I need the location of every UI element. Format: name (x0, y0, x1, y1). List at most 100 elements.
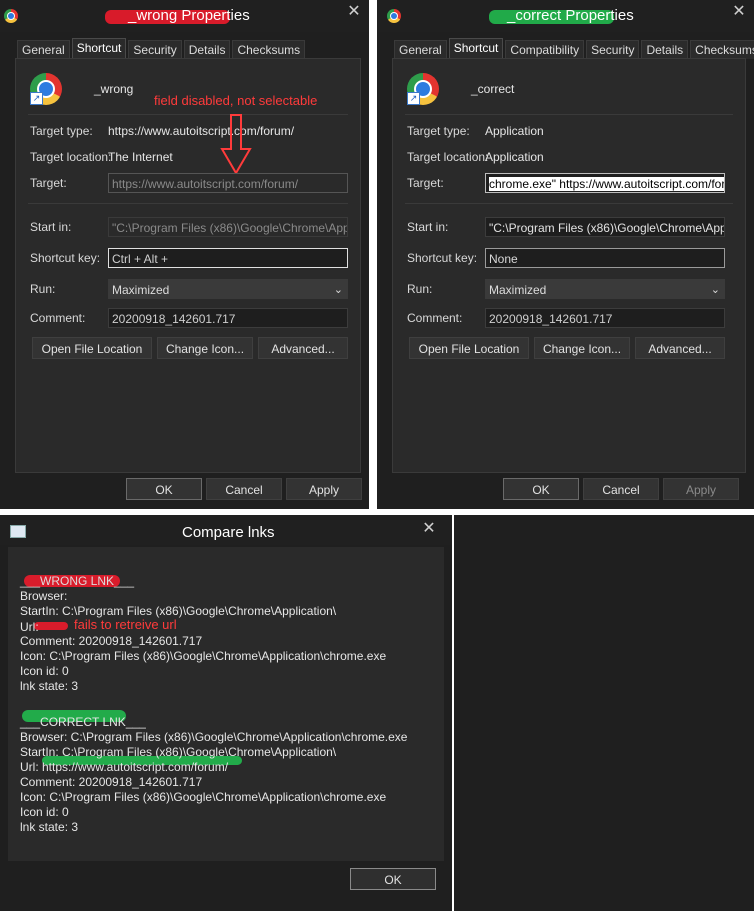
start-in-field: "C:\Program Files (x86)\Google\Chrome\Ap… (108, 217, 348, 237)
correct-properties-dialog: _correct Properties ✕ General Shortcut Com… (377, 0, 754, 509)
tab-compatibility[interactable]: Compatibility (505, 40, 585, 59)
wrong-lnk-header: ___WRONG LNK___ (20, 574, 135, 588)
advanced-button[interactable]: Advanced... (635, 337, 725, 359)
correct-browser-line: Browser: C:\Program Files (x86)\Google\C… (20, 730, 408, 744)
target-label: Target: (407, 176, 444, 190)
apply-button[interactable]: Apply (663, 478, 739, 500)
chevron-down-icon: ⌄ (333, 284, 343, 296)
run-select-value: Maximized (489, 283, 547, 297)
start-in-label: Start in: (30, 220, 72, 234)
shortcut-key-text: Ctrl + Alt + (112, 252, 169, 266)
ok-button[interactable]: OK (503, 478, 579, 500)
tab-security[interactable]: Security (128, 40, 182, 59)
correct-lnk-header: ___CORRECT LNK___ (20, 715, 146, 729)
wrong-icon-line: Icon: C:\Program Files (x86)\Google\Chro… (20, 649, 387, 663)
correct-iconid-line: Icon id: 0 (20, 805, 69, 819)
start-in-label: Start in: (407, 220, 449, 234)
target-field-text: chrome.exe" https://www.autoitscript.com… (489, 177, 724, 191)
shortcut-arrow-icon: ↗ (30, 92, 43, 105)
open-file-location-button[interactable]: Open File Location (409, 337, 529, 359)
window-title: _correct Properties (507, 7, 634, 24)
close-icon[interactable]: ✕ (730, 3, 748, 21)
shortcut-key-field[interactable]: Ctrl + Alt + (108, 248, 348, 268)
correct-state-line: lnk state: 3 (20, 820, 79, 834)
url-fail-annotation: fails to retreive url (74, 617, 177, 632)
shortcut-arrow-icon: ↗ (407, 92, 420, 105)
run-label: Run: (30, 282, 56, 296)
shortcut-name: _wrong (94, 82, 134, 96)
tab-bar: General Shortcut Compatibility Security Deta… (394, 38, 754, 59)
tab-checksums[interactable]: Checksums (232, 40, 306, 59)
target-field-text: https://www.autoitscript.com/forum/ (112, 177, 299, 191)
apply-button[interactable]: Apply (286, 478, 362, 500)
target-location-value: The Internet (108, 150, 173, 164)
ok-button[interactable]: OK (126, 478, 202, 500)
shortcut-panel: ↗ _wrong field disabled, not selectable … (15, 58, 361, 473)
target-field[interactable]: chrome.exe" https://www.autoitscript.com… (485, 173, 725, 193)
run-select-value: Maximized (112, 283, 170, 297)
tab-shortcut[interactable]: Shortcut (71, 38, 127, 59)
target-type-value: https://www.autoitscript.com/forum/ (108, 124, 295, 138)
correct-icon-line: Icon: C:\Program Files (x86)\Google\Chro… (20, 790, 387, 804)
comment-field[interactable]: 20200918_142601.717 (108, 308, 348, 328)
wrong-properties-dialog: _wrong Properties ✕ General Shortcut Secur… (0, 0, 369, 509)
wrong-url-label: Url: (20, 620, 39, 634)
background-window-area (454, 515, 754, 911)
wrong-comment-line: Comment: 20200918_142601.717 (20, 634, 203, 648)
divider (28, 114, 348, 115)
window-title: Compare lnks (182, 524, 275, 541)
advanced-button[interactable]: Advanced... (258, 337, 348, 359)
close-icon[interactable]: ✕ (420, 520, 438, 538)
chrome-icon (387, 9, 401, 23)
chrome-shortcut-icon: ↗ (30, 73, 62, 105)
comment-label: Comment: (407, 311, 463, 325)
ok-button[interactable]: OK (350, 868, 436, 890)
comment-text: 20200918_142601.717 (489, 312, 613, 326)
chrome-shortcut-icon: ↗ (407, 73, 439, 105)
wrong-state-line: lnk state: 3 (20, 679, 79, 693)
target-type-label: Target type: (30, 124, 93, 138)
wrong-url-line: Url: fails to retreive url (20, 617, 407, 634)
window-title: _wrong Properties (128, 7, 250, 24)
tab-security[interactable]: Security (586, 40, 640, 59)
tab-general[interactable]: General (17, 40, 70, 59)
change-icon-button[interactable]: Change Icon... (157, 337, 253, 359)
close-icon[interactable]: ✕ (345, 3, 363, 21)
comment-label: Comment: (30, 311, 86, 325)
tab-shortcut[interactable]: Shortcut (448, 38, 504, 59)
correct-startin-line: StartIn: C:\Program Files (x86)\Google\C… (20, 745, 337, 759)
correct-titlebar[interactable]: _correct Properties ✕ (377, 0, 754, 32)
run-select[interactable]: Maximized ⌄ (108, 279, 348, 299)
run-select[interactable]: Maximized ⌄ (485, 279, 725, 299)
shortcut-panel: ↗ _correct Target type: Application Targ… (392, 58, 746, 473)
tab-details[interactable]: Details (183, 40, 231, 59)
target-type-label: Target type: (407, 124, 470, 138)
shortcut-key-text: None (489, 252, 518, 266)
divider (405, 203, 733, 204)
correct-url-line: Url: https://www.autoitscript.com/forum/ (20, 760, 229, 774)
tab-checksums[interactable]: Checksums (690, 40, 754, 59)
tab-bar: General Shortcut Security Details Checksums (17, 38, 307, 59)
open-file-location-button[interactable]: Open File Location (32, 337, 152, 359)
comment-field[interactable]: 20200918_142601.717 (485, 308, 725, 328)
target-label: Target: (30, 176, 67, 190)
chevron-down-icon: ⌄ (710, 284, 720, 296)
divider (28, 203, 348, 204)
compare-output: ___WRONG LNK___ Browser: StartIn: C:\Pro… (20, 574, 407, 835)
shortcut-key-label: Shortcut key: (30, 251, 101, 265)
start-in-text: "C:\Program Files (x86)\Google\Chrome\Ap… (112, 221, 348, 235)
change-icon-button[interactable]: Change Icon... (534, 337, 630, 359)
cancel-button[interactable]: Cancel (583, 478, 659, 500)
wrong-titlebar[interactable]: _wrong Properties ✕ (0, 0, 369, 32)
target-field-disabled: https://www.autoitscript.com/forum/ (108, 173, 348, 193)
start-in-text: "C:\Program Files (x86)\Google\Chrome\Ap… (489, 221, 725, 235)
wrong-iconid-line: Icon id: 0 (20, 664, 69, 678)
start-in-field[interactable]: "C:\Program Files (x86)\Google\Chrome\Ap… (485, 217, 725, 237)
cancel-button[interactable]: Cancel (206, 478, 282, 500)
divider (405, 114, 733, 115)
shortcut-key-field[interactable]: None (485, 248, 725, 268)
tab-details[interactable]: Details (641, 40, 689, 59)
compare-titlebar[interactable]: Compare lnks ✕ (0, 515, 452, 545)
shortcut-key-label: Shortcut key: (407, 251, 478, 265)
tab-general[interactable]: General (394, 40, 447, 59)
